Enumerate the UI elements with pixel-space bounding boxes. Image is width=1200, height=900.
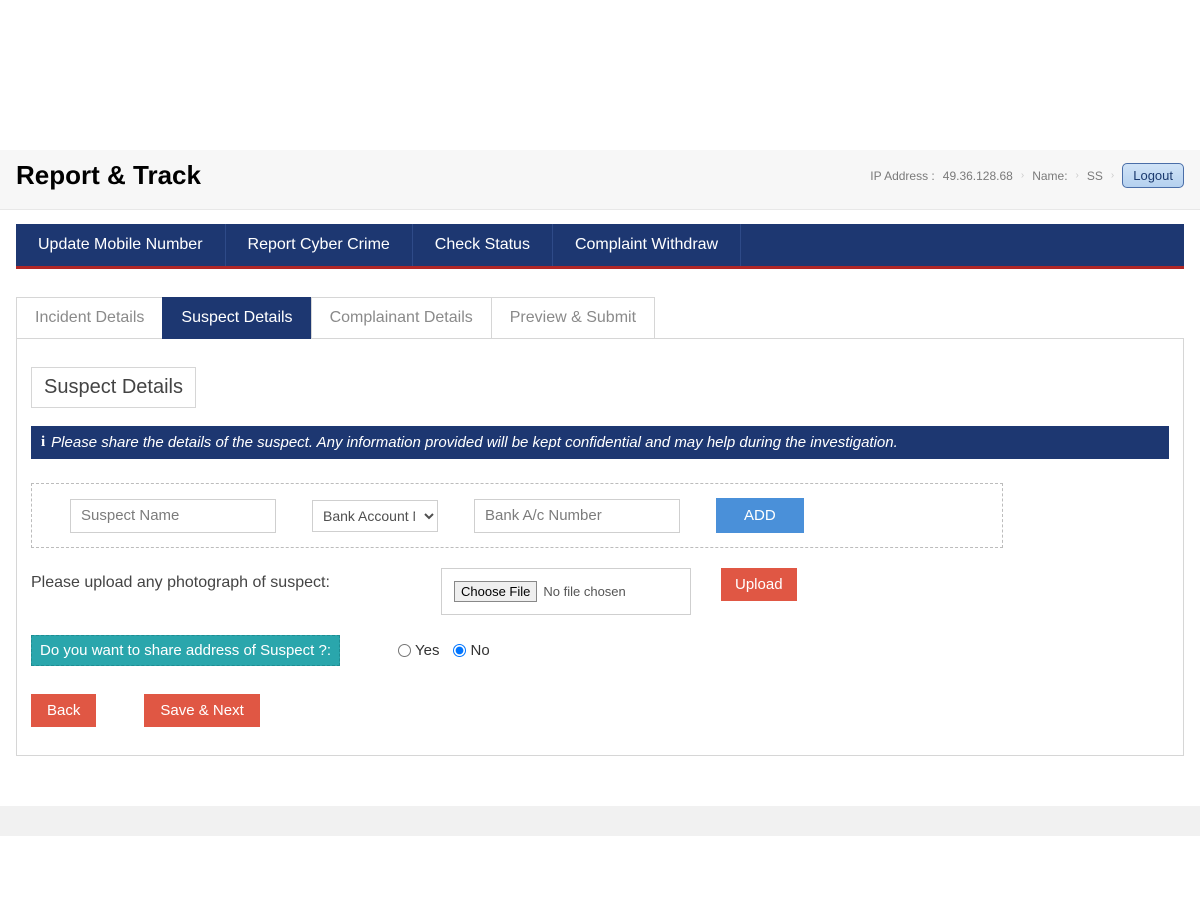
tab-incident-details[interactable]: Incident Details [16, 297, 163, 339]
nav-report-cyber-crime[interactable]: Report Cyber Crime [226, 224, 413, 266]
form-panel: Suspect Details i Please share the detai… [16, 338, 1184, 756]
bank-account-input[interactable] [474, 499, 680, 533]
account-type-select[interactable]: Bank Account Number [312, 500, 438, 532]
chevron-right-icon: › [1111, 170, 1114, 181]
chevron-right-icon: › [1021, 170, 1024, 181]
header-meta: IP Address : 49.36.128.68 › Name: › SS ›… [870, 163, 1184, 188]
file-status-text: No file chosen [543, 584, 625, 599]
choose-file-button[interactable]: Choose File [454, 581, 537, 602]
nav-complaint-withdraw[interactable]: Complaint Withdraw [553, 224, 741, 266]
page-header: Report & Track IP Address : 49.36.128.68… [0, 150, 1200, 210]
radio-yes-text: Yes [415, 642, 439, 659]
tab-complainant-details[interactable]: Complainant Details [311, 297, 492, 339]
chevron-right-icon: › [1076, 170, 1079, 181]
suspect-name-input[interactable] [70, 499, 276, 533]
tab-preview-submit[interactable]: Preview & Submit [491, 297, 655, 339]
radio-no-label[interactable]: No [453, 642, 489, 659]
file-input-box: Choose File No file chosen [441, 568, 691, 615]
page-title: Report & Track [16, 160, 201, 191]
tab-suspect-details[interactable]: Suspect Details [162, 297, 311, 339]
nav-update-mobile[interactable]: Update Mobile Number [16, 224, 226, 266]
bottom-spacer [0, 776, 1200, 806]
info-banner: i Please share the details of the suspec… [31, 426, 1169, 459]
radio-no[interactable] [453, 644, 466, 657]
suspect-input-row: Bank Account Number ADD [31, 483, 1003, 548]
info-text: Please share the details of the suspect.… [51, 434, 898, 451]
footer-strip [0, 806, 1200, 836]
address-share-row: Do you want to share address of Suspect … [31, 635, 1169, 666]
add-button[interactable]: ADD [716, 498, 804, 533]
ip-value: 49.36.128.68 [943, 169, 1013, 183]
nav-check-status[interactable]: Check Status [413, 224, 553, 266]
radio-yes-label[interactable]: Yes [398, 642, 439, 659]
logout-button[interactable]: Logout [1122, 163, 1184, 188]
name-value: SS [1087, 169, 1103, 183]
radio-yes[interactable] [398, 644, 411, 657]
main-nav-wrap: Update Mobile Number Report Cyber Crime … [0, 210, 1200, 277]
ip-label: IP Address : [870, 169, 934, 183]
name-label: Name: [1032, 169, 1067, 183]
main-nav: Update Mobile Number Report Cyber Crime … [16, 224, 1184, 269]
step-tabs: Incident Details Suspect Details Complai… [16, 297, 1184, 339]
top-empty-region [0, 0, 1200, 150]
share-address-question: Do you want to share address of Suspect … [31, 635, 340, 666]
save-next-button[interactable]: Save & Next [144, 694, 259, 727]
upload-row: Please upload any photograph of suspect:… [31, 568, 1169, 615]
upload-label: Please upload any photograph of suspect: [31, 568, 411, 592]
back-button[interactable]: Back [31, 694, 96, 727]
info-icon: i [41, 434, 45, 451]
content-area: Incident Details Suspect Details Complai… [0, 277, 1200, 776]
share-address-radio-group: Yes No [398, 642, 490, 659]
upload-button[interactable]: Upload [721, 568, 797, 601]
radio-no-text: No [470, 642, 489, 659]
action-button-row: Back Save & Next [31, 694, 1169, 727]
section-heading: Suspect Details [31, 367, 196, 408]
